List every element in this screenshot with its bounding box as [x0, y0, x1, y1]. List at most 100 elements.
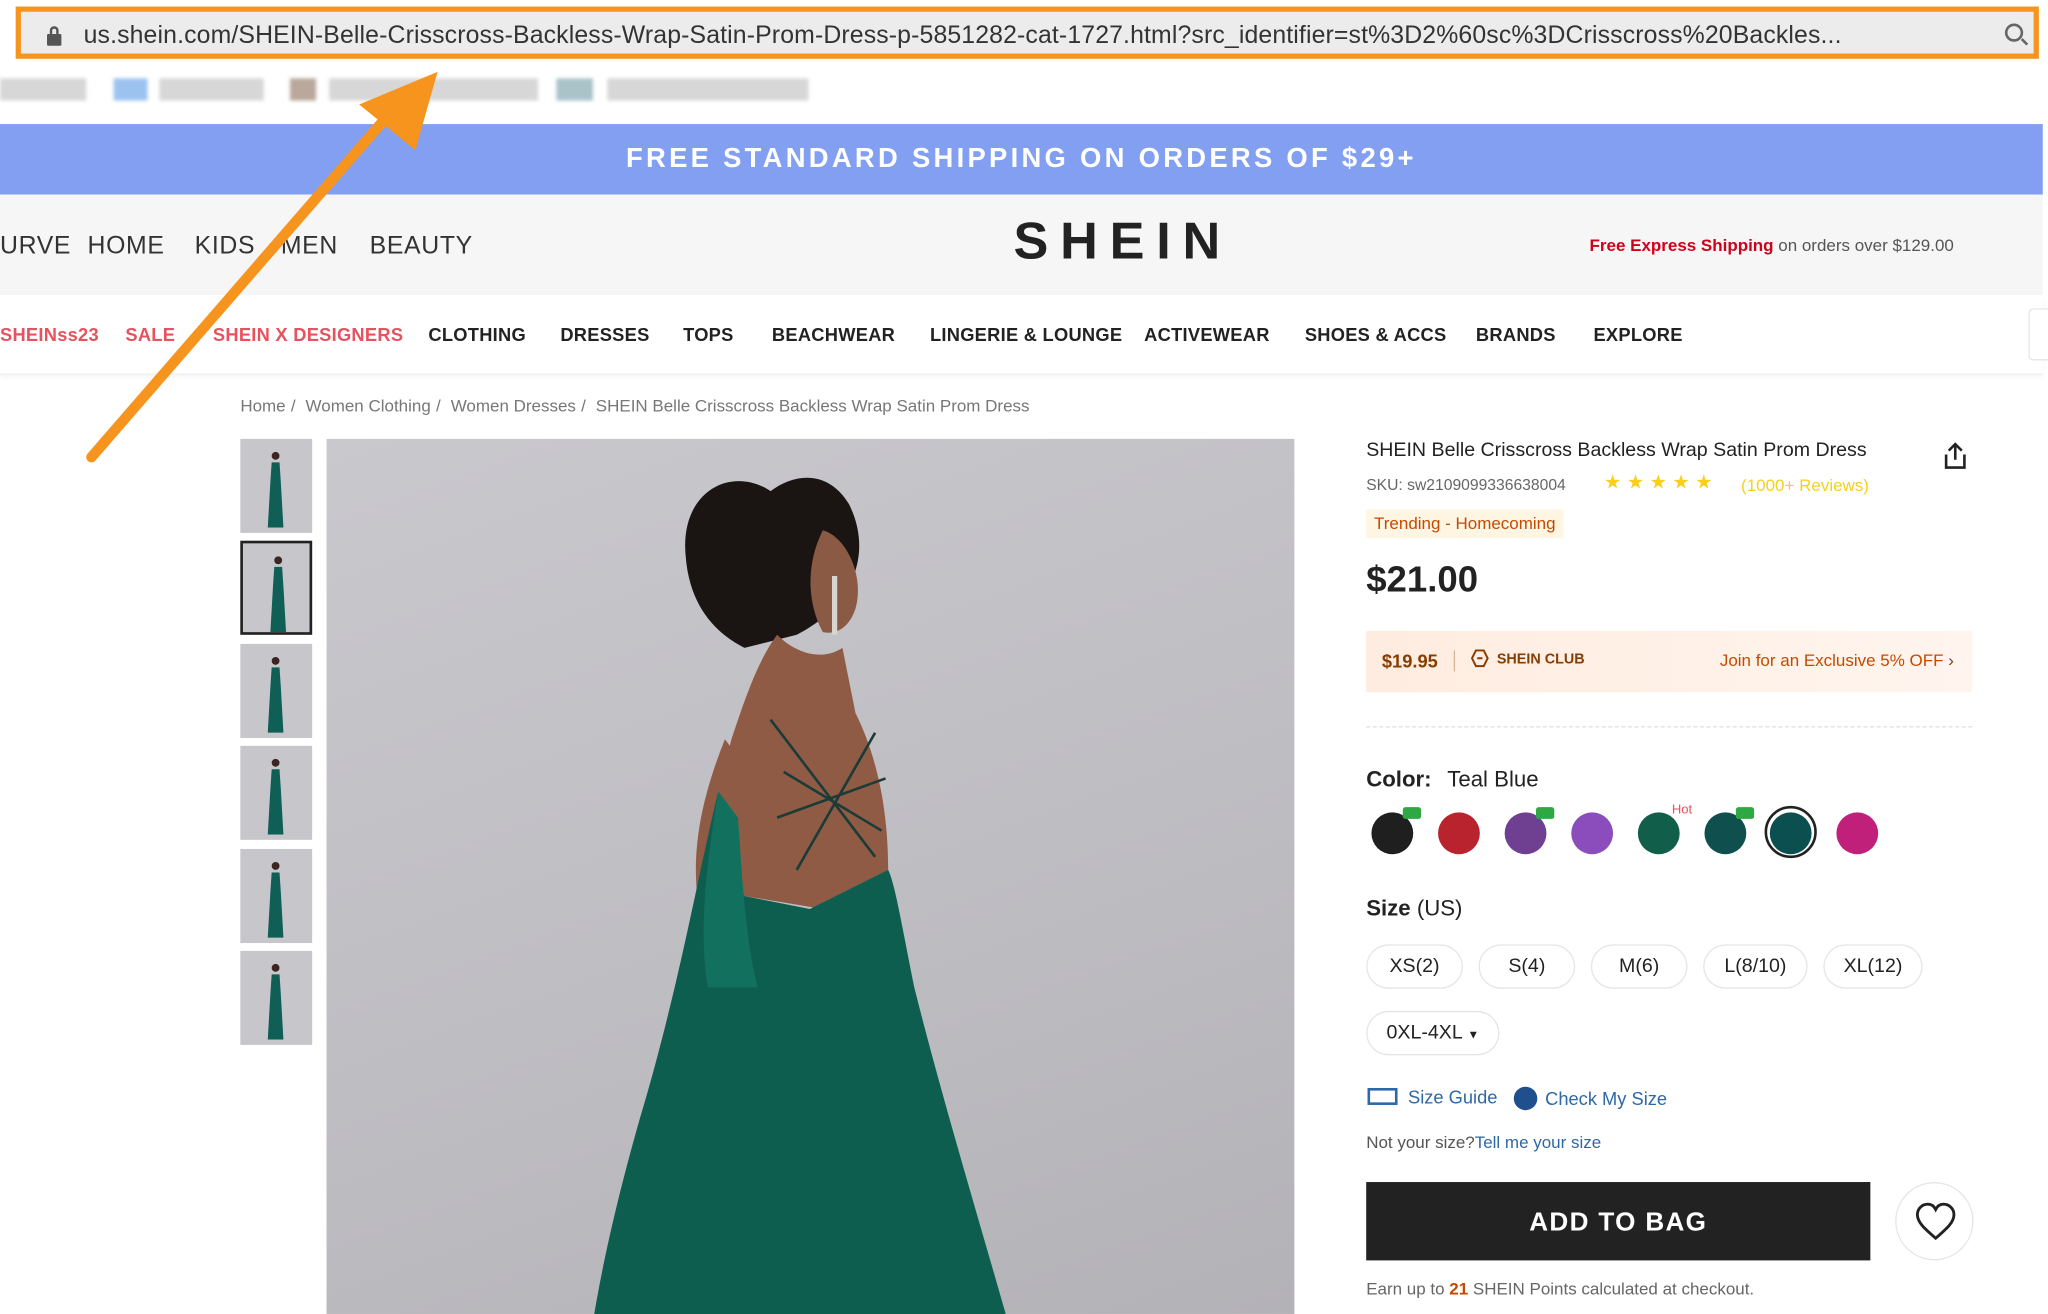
- nav-item-sale[interactable]: SALE: [125, 324, 175, 345]
- nav-item-brands[interactable]: BRANDS: [1476, 324, 1556, 345]
- check-my-size-link[interactable]: Check My Size: [1545, 1088, 1667, 1109]
- ruler-icon: [1367, 1087, 1398, 1105]
- product-thumbnail-selected[interactable]: [240, 540, 313, 635]
- plus-size-dropdown[interactable]: 0XL-4XL ▼: [1366, 1010, 1500, 1056]
- express-highlight: Free Express Shipping: [1589, 235, 1774, 255]
- nav-item-lingerie[interactable]: LINGERIE & LOUNGE: [930, 324, 1122, 345]
- express-rest: on orders over $129.00: [1773, 235, 1954, 255]
- color-swatch[interactable]: [1571, 812, 1614, 855]
- caret-down-icon: ▼: [1467, 1027, 1480, 1041]
- bookmark-item[interactable]: [289, 78, 317, 101]
- product-thumbnail[interactable]: [240, 438, 313, 533]
- size-label: Size (US): [1366, 896, 1462, 922]
- size-option-m[interactable]: M(6): [1590, 944, 1688, 989]
- club-join-link[interactable]: Join for an Exclusive 5% OFF: [1720, 650, 1944, 670]
- check-size-icon: [1513, 1086, 1538, 1111]
- wishlist-button[interactable]: [1895, 1182, 1974, 1261]
- model-illustration: [594, 477, 1006, 1314]
- channel-beauty[interactable]: BEAUTY: [370, 232, 473, 261]
- hot-badge: Hot: [1671, 803, 1693, 818]
- url-text[interactable]: us.shein.com/SHEIN-Belle-Crisscross-Back…: [84, 22, 1842, 51]
- eco-badge-icon: [1735, 807, 1755, 819]
- size-unit: (US): [1410, 895, 1463, 921]
- size-guide-link[interactable]: Size Guide: [1408, 1087, 1497, 1108]
- product-thumbnail[interactable]: [240, 848, 313, 944]
- points-prefix: Earn up to: [1366, 1278, 1450, 1299]
- channel-home[interactable]: HOME: [88, 232, 165, 261]
- bookmark-item[interactable]: [159, 78, 264, 101]
- product-price: $21.00: [1366, 559, 1479, 600]
- nav-item-tops[interactable]: TOPS: [683, 324, 734, 345]
- bookmark-item[interactable]: [0, 78, 87, 101]
- add-to-bag-button[interactable]: ADD TO BAG: [1366, 1182, 1871, 1261]
- chevron-right-icon: ›: [1948, 650, 1954, 671]
- nav-item-clothing[interactable]: CLOTHING: [428, 324, 526, 345]
- product-thumbnail[interactable]: [240, 950, 313, 1045]
- lock-icon: [47, 26, 62, 46]
- nav-item-sheinss23[interactable]: SHEINss23: [0, 324, 99, 345]
- bookmark-item[interactable]: [329, 78, 539, 101]
- club-name: SHEIN CLUB: [1496, 651, 1585, 668]
- nav-item-dresses[interactable]: DRESSES: [560, 324, 649, 345]
- size-label-text: Size: [1366, 895, 1411, 921]
- selected-color-ring: [1764, 805, 1817, 859]
- not-your-size-text: Not your size?: [1366, 1132, 1475, 1152]
- side-tab[interactable]: [2028, 308, 2048, 361]
- breadcrumb-women-dresses[interactable]: Women Dresses: [451, 396, 576, 416]
- nav-item-beachwear[interactable]: BEACHWEAR: [772, 324, 895, 345]
- size-option-s[interactable]: S(4): [1478, 944, 1576, 989]
- nav-item-designers[interactable]: SHEIN X DESIGNERS: [213, 324, 403, 345]
- not-your-size: Not your size?Tell me your size: [1366, 1132, 1601, 1152]
- club-icon: [1470, 649, 1489, 668]
- shein-club-banner[interactable]: $19.95 SHEIN CLUB Join for an Exclusive …: [1366, 630, 1973, 693]
- nav-item-shoes[interactable]: SHOES & ACCS: [1305, 324, 1447, 345]
- breadcrumb-women-clothing[interactable]: Women Clothing: [306, 396, 431, 416]
- browser-window: us.shein.com/SHEIN-Belle-Crisscross-Back…: [0, 0, 2048, 1314]
- club-separator: [1453, 650, 1456, 672]
- rating-stars: ★★★★★: [1603, 471, 1718, 494]
- points-note: Earn up to 21 SHEIN Points calculated at…: [1366, 1279, 1754, 1299]
- tell-size-link[interactable]: Tell me your size: [1475, 1132, 1601, 1152]
- channel-men[interactable]: MEN: [281, 232, 338, 261]
- eco-badge-icon: [1535, 807, 1555, 819]
- size-option-l[interactable]: L(8/10): [1703, 944, 1808, 989]
- color-value: Teal Blue: [1447, 766, 1539, 792]
- product-main-image[interactable]: [326, 438, 1295, 1314]
- share-icon[interactable]: [1942, 441, 1968, 470]
- club-price: $19.95: [1381, 650, 1438, 672]
- plus-size-label: 0XL-4XL: [1386, 1021, 1463, 1044]
- points-suffix: SHEIN Points calculated at checkout.: [1468, 1278, 1755, 1299]
- nav-item-explore[interactable]: EXPLORE: [1593, 324, 1682, 345]
- divider: [1366, 726, 1973, 728]
- nav-item-activewear[interactable]: ACTIVEWEAR: [1144, 324, 1270, 345]
- product-title: SHEIN Belle Crisscross Backless Wrap Sat…: [1366, 438, 1867, 462]
- channel-kids[interactable]: KIDS: [195, 232, 256, 261]
- size-option-xl[interactable]: XL(12): [1823, 944, 1923, 989]
- product-sku: SKU: sw2109099336638004: [1366, 475, 1566, 494]
- breadcrumb: Home / Women Clothing / Women Dresses / SHE…: [240, 395, 1030, 416]
- color-swatch[interactable]: [1637, 812, 1680, 855]
- heart-icon: [1915, 1202, 1956, 1241]
- product-thumbnail[interactable]: [240, 643, 313, 738]
- shein-logo[interactable]: SHEIN: [1014, 213, 1232, 272]
- reviews-link[interactable]: (1000+ Reviews): [1741, 475, 1869, 495]
- bookmark-item[interactable]: [607, 78, 809, 101]
- breadcrumb-home[interactable]: Home: [240, 396, 285, 416]
- address-bar[interactable]: us.shein.com/SHEIN-Belle-Crisscross-Back…: [15, 6, 2039, 59]
- breadcrumb-current: SHEIN Belle Crisscross Backless Wrap Sat…: [595, 395, 1030, 416]
- color-swatch[interactable]: [1438, 812, 1480, 855]
- product-thumbnail[interactable]: [240, 745, 313, 840]
- color-label: Color: Teal Blue: [1366, 767, 1538, 793]
- bookmark-item[interactable]: [113, 78, 148, 101]
- color-swatch[interactable]: [1836, 812, 1879, 855]
- color-label-text: Color:: [1366, 766, 1432, 792]
- trending-badge[interactable]: Trending - Homecoming: [1366, 509, 1564, 539]
- channel-curve[interactable]: URVE: [0, 232, 71, 261]
- express-shipping-note: Free Express Shipping on orders over $12…: [1590, 235, 1954, 255]
- eco-badge-icon: [1402, 807, 1422, 819]
- size-option-xs[interactable]: XS(2): [1366, 944, 1463, 989]
- points-value: 21: [1449, 1278, 1469, 1299]
- bookmark-item[interactable]: [556, 78, 593, 101]
- shipping-banner[interactable]: FREE STANDARD SHIPPING ON ORDERS OF $29+: [0, 124, 2043, 195]
- zoom-icon[interactable]: [2004, 23, 2024, 42]
